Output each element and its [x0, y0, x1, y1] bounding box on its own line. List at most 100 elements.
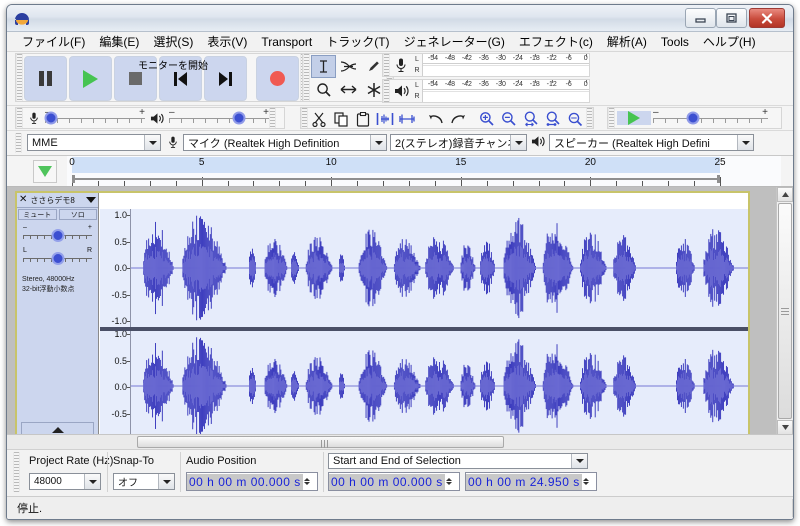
audio-position-field[interactable]: 00 h 00 m 00.000 s [186, 472, 318, 491]
recording-channels-select[interactable]: 2(ステレオ)録音チャンネ [390, 134, 527, 151]
horizontal-scrollbar-thumb[interactable] [137, 436, 504, 448]
stereo-track[interactable]: ✕ ささらデモ8 ミュート ソロ – + L R Stereo, 48000Hz… [15, 191, 750, 446]
zoom-out-button[interactable] [498, 109, 520, 129]
chevron-down-icon[interactable] [571, 454, 587, 468]
track-close-button[interactable]: ✕ [19, 195, 27, 205]
mixer-grip[interactable] [16, 108, 23, 128]
zoom-in-button[interactable] [476, 109, 498, 129]
recording-meter-toolbar[interactable]: L R -54 -48 -42 -36 -30 -24 -18 -12 -6 0 [382, 53, 590, 77]
audio-position-value: 00 h 00 m 00.000 s [187, 473, 303, 490]
maximize-button[interactable] [716, 8, 747, 28]
zoom-tool[interactable] [311, 78, 336, 101]
silence-audio-button[interactable] [396, 109, 418, 129]
menu-item-transport[interactable]: Transport [254, 33, 319, 51]
menu-item-help[interactable]: ヘルプ(H) [696, 31, 763, 52]
minimize-button[interactable] [685, 8, 716, 28]
audio-position-spinner[interactable] [302, 473, 312, 490]
chevron-down-icon[interactable] [84, 474, 100, 489]
recording-meter-grip[interactable] [383, 54, 390, 76]
play-button[interactable] [69, 56, 112, 101]
selection-toolbar: Project Rate (Hz) 48000 Snap-To オフ Audio… [7, 449, 793, 496]
solo-button[interactable]: ソロ [58, 209, 97, 220]
cut-button[interactable] [308, 109, 330, 129]
pinned-play-head-button[interactable] [33, 160, 57, 183]
project-rate-select[interactable]: 48000 [29, 473, 101, 490]
zoom-toggle-button[interactable] [564, 109, 586, 129]
play-at-speed-button[interactable] [617, 111, 651, 125]
track-menu-chevron-down-icon[interactable] [86, 191, 96, 209]
slider-thumb[interactable] [686, 111, 700, 125]
copy-button[interactable] [330, 109, 352, 129]
fit-selection-button[interactable] [520, 109, 542, 129]
chevron-down-icon[interactable] [144, 135, 160, 150]
playback-volume-slider[interactable]: – + [169, 107, 269, 129]
close-button[interactable] [749, 8, 785, 28]
playback-meter-bars[interactable]: -54 -48 -42 -36 -30 -24 -18 -12 -6 0 [422, 80, 589, 102]
slider-thumb[interactable] [232, 111, 246, 125]
device-toolbar-grip[interactable] [15, 133, 22, 153]
mute-button[interactable]: ミュート [18, 209, 57, 220]
slider-thumb[interactable] [44, 111, 58, 125]
gain-slider[interactable]: – + [23, 224, 92, 244]
chevron-down-icon[interactable] [158, 474, 174, 489]
menu-item-tracks[interactable]: トラック(T) [319, 31, 396, 52]
recording-device-select[interactable]: マイク (Realtek High Definition [183, 134, 387, 151]
redo-button[interactable] [447, 109, 469, 129]
vertical-scrollbar[interactable] [776, 187, 793, 435]
pan-slider[interactable]: L R [23, 247, 92, 267]
skip-to-end-button[interactable] [204, 56, 247, 101]
play-at-speed-grip[interactable] [608, 108, 615, 128]
menu-item-analyze[interactable]: 解析(A) [600, 31, 654, 52]
paste-button[interactable] [352, 109, 374, 129]
selection-mode-select[interactable]: Start and End of Selection [328, 453, 588, 469]
edit-toolbar-grip[interactable] [301, 108, 308, 128]
vertical-scrollbar-thumb[interactable] [778, 203, 792, 419]
selection-end-field[interactable]: 00 h 00 m 24.950 s [465, 472, 597, 491]
fit-project-button[interactable] [542, 109, 564, 129]
selection-start-field[interactable]: 00 h 00 m 00.000 s [328, 472, 460, 491]
trim-audio-button[interactable] [374, 109, 396, 129]
tools-toolbar-grip[interactable] [303, 54, 310, 101]
record-button[interactable] [256, 56, 299, 101]
selection-tool[interactable] [311, 55, 336, 78]
playback-meter-toolbar[interactable]: L R -54 -48 -42 -36 -30 -24 -18 -12 -6 0 [382, 79, 590, 103]
recording-meter-bars[interactable]: -54 -48 -42 -36 -30 -24 -18 -12 -6 0 [422, 54, 589, 76]
selection-start-spinner[interactable] [444, 473, 454, 490]
playback-meter-grip[interactable] [383, 80, 390, 102]
chevron-down-icon[interactable] [370, 135, 386, 150]
menu-item-generate[interactable]: ジェネレーター(G) [397, 31, 512, 52]
waveform-left-channel[interactable] [131, 209, 748, 327]
menu-item-file[interactable]: ファイル(F) [15, 31, 92, 52]
selection-toolbar-grip[interactable] [13, 452, 20, 492]
envelope-tool[interactable] [336, 55, 361, 78]
menu-item-tools[interactable]: Tools [654, 33, 696, 51]
time-shift-tool[interactable] [336, 78, 361, 101]
play-speed-slider[interactable]: – + [653, 107, 768, 129]
timeline-ruler[interactable]: 0 5 10 15 20 25 [7, 156, 793, 187]
track-control-panel[interactable]: ✕ ささらデモ8 ミュート ソロ – + L R Stereo, 48000Hz… [17, 193, 99, 441]
chevron-down-icon[interactable] [510, 135, 526, 150]
pause-button[interactable] [24, 56, 67, 101]
snap-to-select[interactable]: オフ [113, 473, 175, 490]
copy-icon [333, 111, 348, 127]
audio-host-select[interactable]: MME [27, 134, 161, 151]
chevron-down-icon[interactable] [737, 135, 753, 150]
recording-volume-slider[interactable]: – + [44, 107, 145, 129]
menu-item-effect[interactable]: エフェクト(c) [512, 31, 600, 52]
menu-item-view[interactable]: 表示(V) [200, 31, 254, 52]
waveform-right-channel[interactable] [131, 331, 748, 441]
pan-slider-thumb[interactable] [51, 252, 64, 265]
toolbar-grip[interactable] [16, 54, 23, 101]
playback-device-select[interactable]: スピーカー (Realtek High Defini [549, 134, 754, 151]
mixer-grip-end[interactable] [269, 108, 276, 128]
selection-end-spinner[interactable] [581, 473, 591, 490]
menu-item-select[interactable]: 選択(S) [146, 31, 200, 52]
scroll-down-button[interactable] [777, 420, 793, 435]
gain-slider-thumb[interactable] [51, 229, 64, 242]
menu-item-edit[interactable]: 編集(E) [92, 31, 146, 52]
scroll-up-button[interactable] [777, 187, 793, 202]
status-bar: 停止. [7, 496, 793, 519]
edit-toolbar-grip-end[interactable] [586, 108, 593, 128]
horizontal-scrollbar[interactable] [7, 434, 793, 449]
undo-button[interactable] [425, 109, 447, 129]
